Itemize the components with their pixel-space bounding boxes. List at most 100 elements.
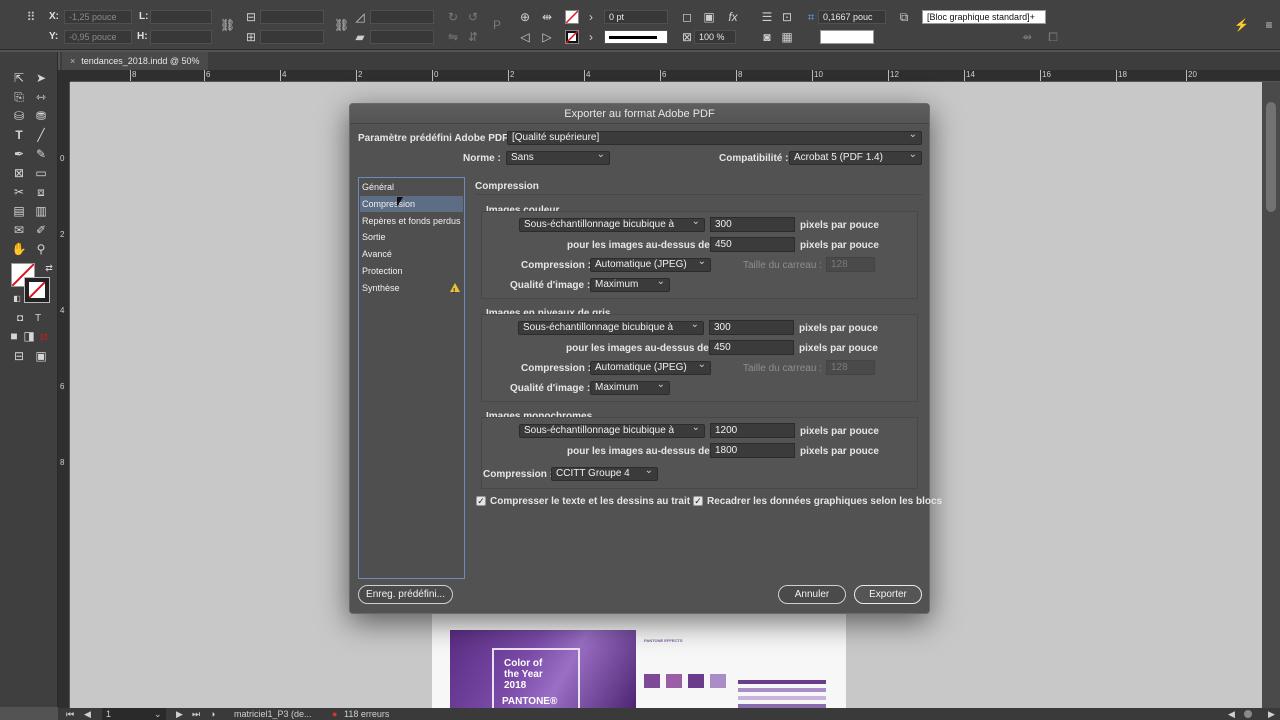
document-page[interactable]: Color of the Year 2018 PANTONE® PANTONE … — [432, 614, 846, 710]
format-text-icon[interactable]: T — [29, 310, 47, 327]
flip-h-icon[interactable]: ⇋ — [446, 30, 460, 44]
fit-frame-icon[interactable]: ▦ — [780, 30, 794, 44]
rectangle-tool-icon[interactable]: ▭ — [32, 165, 50, 182]
mono-compression-dropdown[interactable]: CCITT Groupe 4 — [551, 467, 658, 481]
text-wrap-icon[interactable]: ☰ — [760, 10, 774, 24]
content-collector-icon[interactable]: ⛁ — [10, 108, 28, 125]
sidebar-item-3[interactable]: Sortie — [360, 229, 463, 245]
gray-method-dropdown[interactable]: Sous-échantillonnage bicubique à — [518, 321, 704, 335]
apply-none-icon[interactable]: ⧄ — [35, 328, 53, 345]
stroke-color-swatch[interactable] — [24, 277, 50, 303]
rectangle-frame-tool-icon[interactable]: ⊠ — [10, 165, 28, 182]
select-previous-icon[interactable]: ◁ — [518, 30, 532, 44]
hscroll-thumb[interactable] — [1244, 710, 1252, 718]
wrap-around-icon[interactable]: ⊡ — [780, 10, 794, 24]
direct-selection-tool-icon[interactable]: ➤ — [32, 70, 50, 87]
gap-tool-icon[interactable]: ⇿ — [32, 89, 50, 106]
select-next-icon[interactable]: ▷ — [540, 30, 554, 44]
fitting-icon[interactable]: ◙ — [760, 30, 774, 44]
type-tool-icon[interactable]: T — [10, 127, 28, 144]
lightning-icon[interactable]: ⚡ — [1234, 18, 1249, 32]
line-tool-icon[interactable]: ╱ — [32, 127, 50, 144]
scale-x-field[interactable] — [260, 10, 324, 24]
scale-y-field[interactable] — [260, 30, 324, 44]
color-compression-dropdown[interactable]: Automatique (JPEG) — [590, 258, 711, 272]
norme-dropdown[interactable]: Sans — [506, 151, 610, 165]
gradient-feather-tool-icon[interactable]: ▥ — [32, 203, 50, 220]
select-content-icon[interactable]: ⇹ — [540, 10, 554, 24]
object-style-options-icon[interactable]: ⧠ — [1046, 30, 1060, 44]
mono-ppi-field[interactable]: 1200 — [710, 423, 795, 438]
gradient-swatch-tool-icon[interactable]: ▤ — [10, 203, 28, 220]
compat-dropdown[interactable]: Acrobat 5 (PDF 1.4) — [789, 151, 922, 165]
panel-menu-icon[interactable]: ≡ — [1262, 18, 1276, 32]
mono-method-dropdown[interactable]: Sous-échantillonnage bicubique à — [519, 424, 705, 438]
color-above-field[interactable]: 450 — [710, 237, 795, 252]
master-label[interactable]: matriciel1_P3 (de... — [234, 708, 312, 720]
auto-fit-icon[interactable]: ⌗ — [804, 10, 818, 24]
rotate-field[interactable] — [370, 10, 434, 24]
y-field[interactable]: -0,95 pouce — [64, 30, 132, 44]
preset-dropdown[interactable]: [Qualité supérieure] — [507, 131, 922, 145]
last-page-icon[interactable]: ⏭ — [192, 708, 200, 720]
constrain-proportions-icon[interactable]: ⛓ — [220, 18, 235, 32]
sidebar-item-1[interactable]: Compression — [360, 195, 463, 212]
h-field[interactable] — [150, 30, 212, 44]
pen-tool-icon[interactable]: ✒ — [10, 146, 28, 163]
rotate-ccw-icon[interactable]: ↺ — [466, 10, 480, 24]
shear-field[interactable] — [370, 30, 434, 44]
vertical-scrollbar[interactable] — [1262, 82, 1280, 710]
cancel-button[interactable]: Annuler — [778, 585, 846, 604]
sidebar-item-5[interactable]: Protection — [360, 263, 463, 279]
reference-point-icon[interactable]: ⠿ — [24, 10, 38, 24]
first-page-icon[interactable]: ⏮ — [66, 708, 74, 720]
save-preset-button[interactable]: Enreg. prédéfini... — [358, 585, 453, 604]
gray-quality-dropdown[interactable]: Maximum — [590, 381, 670, 395]
ruler-corner[interactable] — [58, 70, 70, 82]
page-dropdown-chevron-icon[interactable]: ⌄ — [154, 708, 162, 720]
compress-text-checkbox[interactable]: ✓ — [476, 496, 486, 506]
crop-image-checkbox[interactable]: ✓ — [693, 496, 703, 506]
stroke-style-icon[interactable]: ◻ — [680, 10, 694, 24]
color-quality-dropdown[interactable]: Maximum — [590, 278, 670, 292]
opacity-field[interactable]: 100 % — [694, 30, 736, 44]
error-count[interactable]: 118 erreurs — [344, 708, 389, 720]
sidebar-item-2[interactable]: Repères et fonds perdus — [360, 213, 463, 229]
stroke-type-field[interactable] — [604, 30, 668, 44]
gray-above-field[interactable]: 450 — [709, 340, 794, 355]
zoom-tool-icon[interactable]: ⚲ — [32, 241, 50, 258]
flip-v-icon[interactable]: ⇵ — [466, 30, 480, 44]
object-style-dropdown[interactable]: [Bloc graphique standard]+ — [922, 10, 1046, 24]
gray-ppi-field[interactable]: 300 — [709, 320, 794, 335]
clear-overrides-icon[interactable]: ⇴ — [1020, 30, 1034, 44]
color-method-dropdown[interactable]: Sous-échantillonnage bicubique à — [519, 218, 705, 232]
selection-tool-icon[interactable]: ⇱ — [10, 70, 28, 87]
sidebar-item-0[interactable]: Général — [360, 179, 463, 195]
open-document-icon[interactable]: ◑ — [210, 708, 215, 720]
next-page-icon[interactable]: ▶ — [176, 708, 183, 720]
fill-menu-chevron-icon[interactable]: › — [584, 10, 598, 24]
stroke-swatch-icon[interactable] — [565, 30, 579, 44]
export-button[interactable]: Exporter — [854, 585, 922, 604]
fx-icon[interactable]: fx — [726, 10, 740, 24]
sidebar-item-4[interactable]: Avancé — [360, 246, 463, 262]
eyedropper-tool-icon[interactable]: ✐ — [32, 222, 50, 239]
close-tab-icon[interactable]: × — [70, 56, 75, 66]
screen-mode-normal-icon[interactable]: ⊟ — [10, 348, 28, 365]
screen-mode-preview-icon[interactable]: ▣ — [32, 348, 50, 365]
scrollbar-thumb[interactable] — [1266, 102, 1276, 212]
scissors-tool-icon[interactable]: ✂ — [10, 184, 28, 201]
stroke-weight-field[interactable]: 0 pt — [604, 10, 668, 24]
x-field[interactable]: -1,25 pouce — [64, 10, 132, 24]
swap-colors-icon[interactable]: ⇄ — [40, 260, 58, 277]
default-colors-icon[interactable]: ◧ — [8, 290, 26, 307]
document-tab[interactable]: × tendances_2018.indd @ 50% — [62, 52, 208, 70]
hscroll-left-icon[interactable]: ◀ — [1228, 708, 1235, 720]
fill-swatch-icon[interactable] — [565, 10, 579, 24]
gray-compression-dropdown[interactable]: Automatique (JPEG) — [590, 361, 711, 375]
prev-page-icon[interactable]: ◀ — [84, 708, 91, 720]
page-tool-icon[interactable]: ⎘ — [10, 89, 28, 106]
vertical-ruler[interactable]: 0 2 4 6 8 — [58, 82, 70, 710]
ref-value-field[interactable]: 0,1667 pouc — [818, 10, 886, 24]
stroke-menu-chevron-icon[interactable]: › — [584, 30, 598, 44]
